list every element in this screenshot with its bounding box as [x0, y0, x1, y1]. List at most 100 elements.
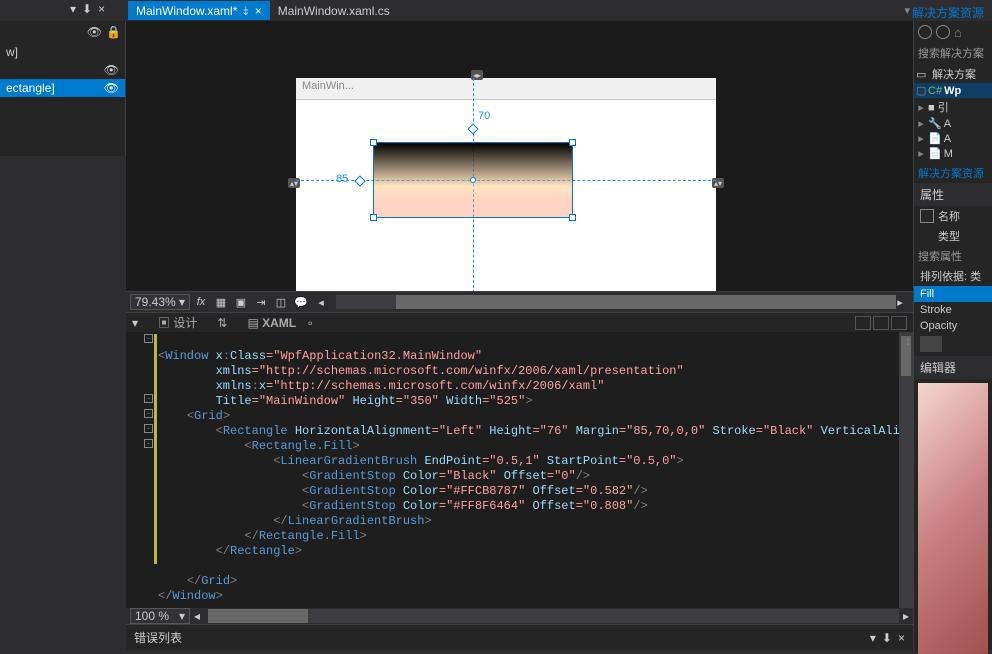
xaml-editor[interactable]: - - - - - <Window x:Class="WpfApplicatio…: [126, 332, 913, 608]
tab-label: MainWindow.xaml*: [136, 4, 237, 18]
property-stroke[interactable]: Stroke: [914, 302, 992, 318]
design-icon: ▣: [158, 316, 170, 330]
expand-icon[interactable]: ▸: [916, 117, 926, 130]
resize-handle-ne[interactable]: [569, 139, 576, 146]
scroll-left-icon[interactable]: ◂: [312, 294, 330, 310]
solution-explorer-tab[interactable]: 解决方案资源: [904, 2, 992, 23]
dropdown-icon[interactable]: ▾: [870, 631, 876, 645]
brush-icon: [920, 336, 942, 352]
toggle-button-2[interactable]: ◫: [272, 294, 290, 310]
right-panel: ⌂ 搜索解决方案 ▭解决方案 ▢C#Wp ▸■ 引 ▸🔧A ▸📄A ▸📄M 解决…: [913, 21, 992, 650]
expand-button[interactable]: [891, 316, 907, 330]
editor-header: 编辑器: [914, 356, 992, 379]
tree-solution[interactable]: ▭解决方案: [914, 65, 992, 83]
horizontal-scrollbar[interactable]: [336, 295, 889, 309]
snap-lines-button[interactable]: ▣: [232, 294, 250, 310]
grid-snap-button[interactable]: ▦: [212, 294, 230, 310]
outline-item-window[interactable]: w]: [0, 43, 125, 61]
code-zoom-combo[interactable]: 100 %▾: [130, 608, 190, 624]
forward-icon[interactable]: [936, 25, 950, 39]
split-toggle-icon[interactable]: ↕: [905, 334, 911, 348]
brush-type-row[interactable]: [914, 334, 992, 356]
property-name-row: 名称: [914, 206, 992, 226]
property-fill[interactable]: Fill: [914, 286, 992, 302]
eye-icon[interactable]: 👁: [104, 63, 119, 77]
resize-handle-se[interactable]: [569, 214, 576, 221]
gradient-editor[interactable]: [914, 379, 992, 650]
pin-icon[interactable]: ⬇: [882, 631, 892, 645]
popup-icon[interactable]: ▫: [308, 316, 322, 330]
home-icon[interactable]: ⌂: [954, 25, 962, 40]
toggle-button[interactable]: ⇥: [252, 294, 270, 310]
pin-icon[interactable]: ⬇: [82, 2, 92, 16]
solution-explorer-link[interactable]: 解决方案资源: [914, 163, 992, 183]
expand-icon[interactable]: ▸: [916, 147, 926, 160]
fold-toggle[interactable]: -: [144, 394, 153, 403]
arrange-label[interactable]: 排列依据: 类: [914, 266, 992, 286]
scroll-right-icon[interactable]: ▸: [903, 609, 909, 623]
dropdown-icon[interactable]: ▾: [70, 2, 76, 16]
property-opacity[interactable]: Opacity: [914, 318, 992, 334]
scrollbar-thumb[interactable]: [396, 295, 896, 309]
expand-icon[interactable]: ▢: [916, 84, 926, 97]
tree-file[interactable]: ▸🔧A: [914, 116, 992, 131]
property-type-row: 类型: [914, 226, 992, 246]
zoom-combo[interactable]: 79.43%▾: [130, 294, 190, 310]
tab-pin-icon[interactable]: ⤈: [243, 3, 248, 18]
vertical-split-button[interactable]: [855, 316, 871, 330]
lock-icon[interactable]: 🔒: [106, 25, 121, 39]
split-layout-buttons: [855, 316, 907, 330]
code-zoom-bar: 100 %▾ ◂ ▸: [126, 608, 913, 624]
scroll-left-icon[interactable]: ◂: [194, 609, 200, 623]
tab-inactive[interactable]: MainWindow.xaml.cs: [270, 2, 398, 20]
tab-close-icon[interactable]: ×: [255, 4, 262, 18]
fx-button[interactable]: fx: [192, 294, 210, 310]
tree-file[interactable]: ▸📄M: [914, 146, 992, 161]
eye-icon[interactable]: 👁: [104, 81, 119, 95]
swap-icon[interactable]: ⇅: [209, 314, 235, 332]
designer-toolbar: 79.43%▾ fx ▦ ▣ ⇥ ◫ 💬 ◂ ▸: [126, 291, 913, 312]
tab-bar: ▾ ⬇ × MainWindow.xaml* ⤈ × MainWindow.xa…: [0, 0, 992, 21]
tree-project[interactable]: ▢C#Wp: [914, 83, 992, 98]
eye-icon[interactable]: 👁: [87, 25, 102, 39]
expand-icon[interactable]: ▸: [916, 101, 926, 114]
solution-search[interactable]: 搜索解决方案: [914, 43, 992, 63]
horizontal-split-button[interactable]: [873, 316, 889, 330]
fold-toggle[interactable]: -: [144, 439, 153, 448]
gradient-preview: [918, 383, 988, 654]
tab-active[interactable]: MainWindow.xaml* ⤈ ×: [128, 1, 270, 20]
thumb-icon: [920, 209, 934, 223]
selected-rectangle[interactable]: [373, 142, 573, 218]
chevron-down-icon: ▾: [179, 295, 185, 309]
expand-icon[interactable]: ▸: [916, 132, 926, 145]
outline-item-grid[interactable]: 👁: [0, 61, 125, 79]
fold-toggle[interactable]: -: [144, 409, 153, 418]
tree-file[interactable]: ▸📄A: [914, 131, 992, 146]
tree-references[interactable]: ▸■ 引: [914, 98, 992, 116]
design-tab[interactable]: ▣ 设计: [150, 312, 205, 333]
horizontal-scrollbar[interactable]: [208, 609, 899, 623]
fold-toggle[interactable]: -: [144, 424, 153, 433]
center-point[interactable]: [470, 177, 476, 183]
pin-controls: ▾ ⬇ ×: [70, 2, 105, 16]
solution-toolbar: ⌂: [914, 21, 992, 43]
overflow-icon[interactable]: ▾: [904, 4, 910, 17]
scrollbar-thumb[interactable]: [208, 609, 308, 623]
solution-tree: ▭解决方案 ▢C#Wp ▸■ 引 ▸🔧A ▸📄A ▸📄M: [914, 63, 992, 163]
resize-handle-nw[interactable]: [370, 139, 377, 146]
close-icon[interactable]: ×: [898, 631, 905, 645]
adorner-left[interactable]: [354, 175, 365, 186]
fold-toggle[interactable]: -: [144, 334, 153, 343]
collapse-icon[interactable]: ▾: [132, 316, 146, 330]
design-canvas[interactable]: MainWin... ◂▸ ▴▾ ▴▾ 70 85: [296, 78, 716, 291]
annotation-button[interactable]: 💬: [292, 294, 310, 310]
back-icon[interactable]: [918, 25, 932, 39]
resize-handle-sw[interactable]: [370, 214, 377, 221]
code-content[interactable]: <Window x:Class="WpfApplication32.MainWi…: [158, 334, 899, 604]
xaml-tab[interactable]: ▤ XAML: [239, 314, 304, 332]
close-icon[interactable]: ×: [98, 2, 105, 16]
adorner-top[interactable]: [467, 123, 478, 134]
vertical-scrollbar[interactable]: [899, 332, 913, 608]
properties-search[interactable]: 搜索属性: [914, 246, 992, 266]
outline-item-rectangle[interactable]: ectangle] 👁: [0, 79, 125, 97]
